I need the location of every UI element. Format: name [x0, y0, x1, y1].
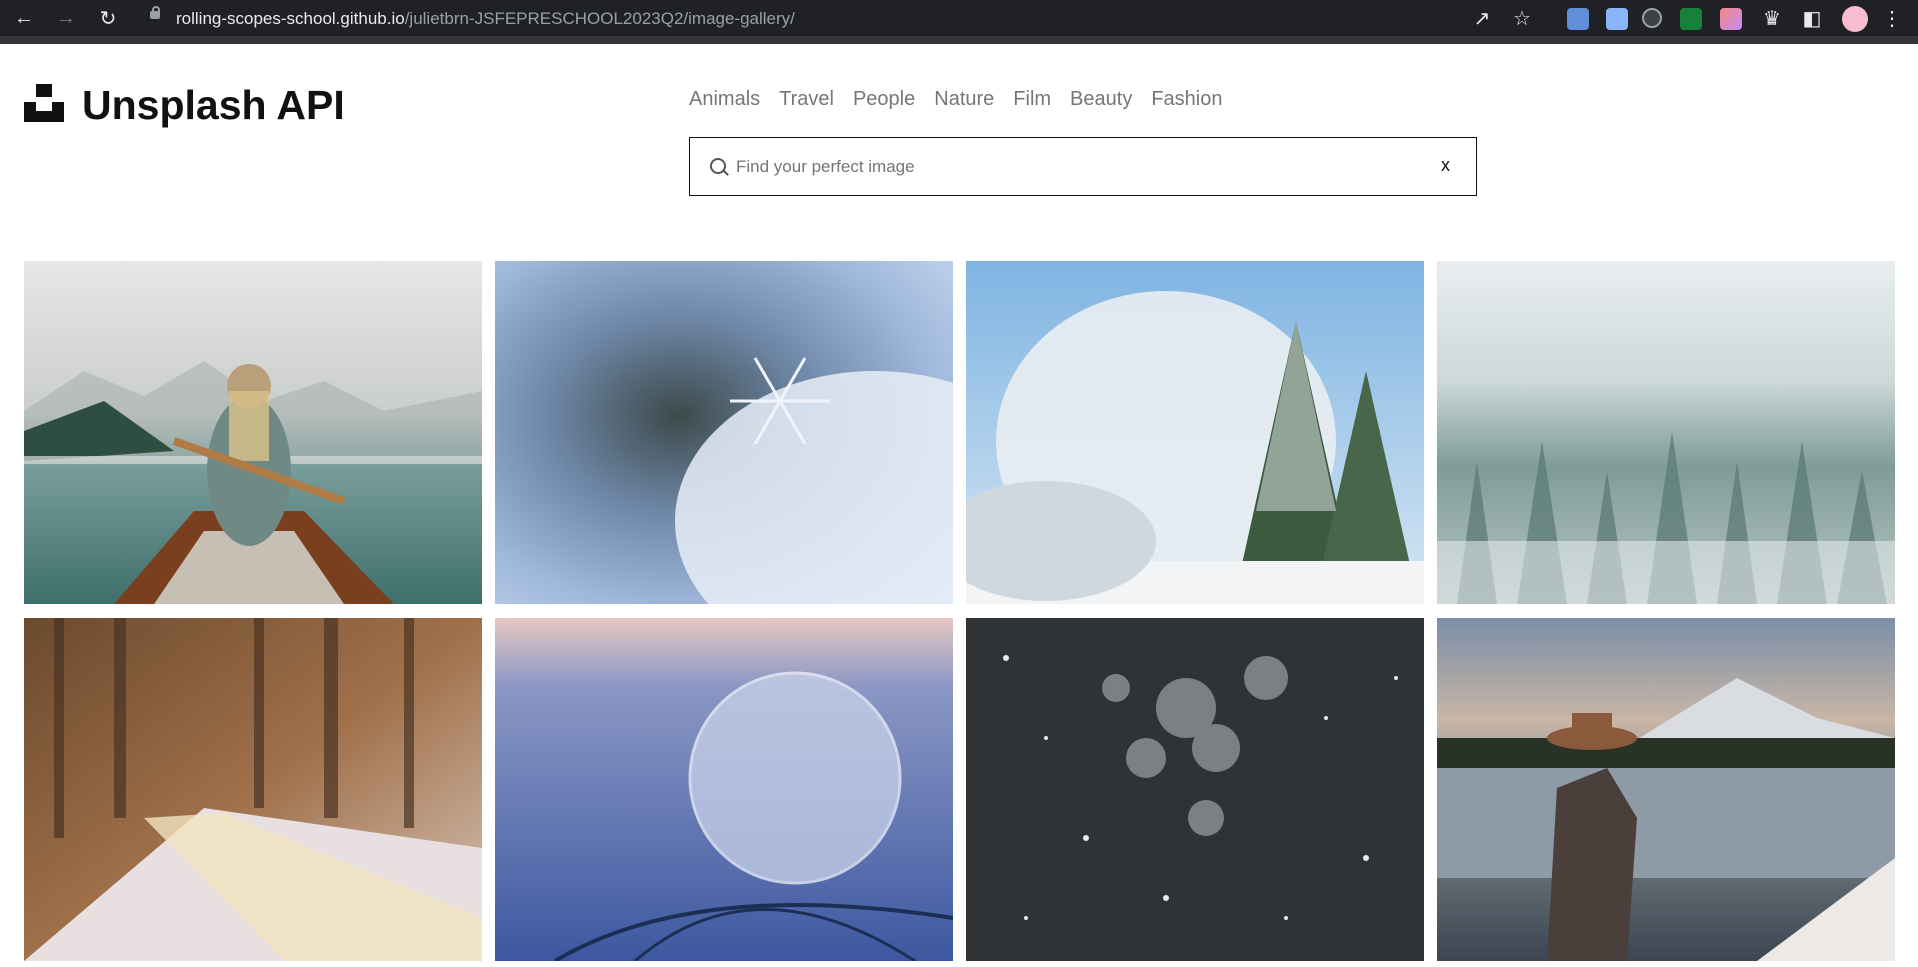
category-nav: Animals Travel People Nature Film Beauty… [689, 88, 1241, 111]
kebab-menu-icon[interactable]: ⋮ [1880, 6, 1904, 31]
frozen-bubble-photo [495, 618, 953, 961]
address-bar[interactable]: rolling-scopes-school.github.io/julietbr… [176, 9, 795, 29]
category-link-people[interactable]: People [853, 88, 915, 111]
sidepanel-icon[interactable]: ◧ [1800, 6, 1824, 31]
url-path: /julietbrn-JSFEPRESCHOOL2023Q2/image-gal… [404, 9, 795, 28]
extension-icon[interactable] [1680, 8, 1702, 30]
gallery-image[interactable] [966, 261, 1424, 604]
search-box: x [689, 137, 1477, 196]
gallery-image[interactable] [24, 618, 482, 961]
snowy-road-photo [24, 618, 482, 961]
clear-search-button[interactable]: x [1441, 155, 1450, 176]
compass-extension-icon[interactable] [1642, 8, 1662, 28]
puzzle-icon[interactable]: ♛ [1760, 6, 1784, 31]
profile-avatar[interactable] [1842, 6, 1868, 32]
star-icon[interactable]: ☆ [1510, 6, 1534, 31]
extension-icon[interactable] [1567, 8, 1589, 30]
extension-icon[interactable] [1720, 8, 1742, 30]
falling-snow-photo [966, 618, 1424, 961]
category-link-beauty[interactable]: Beauty [1070, 88, 1132, 111]
woman-mountain-lake-photo [1437, 618, 1895, 961]
snowflake-photo [495, 261, 953, 604]
category-link-nature[interactable]: Nature [934, 88, 994, 111]
gallery-image[interactable] [966, 618, 1424, 961]
back-icon[interactable]: ← [6, 0, 42, 36]
site-title: Unsplash API [82, 82, 345, 128]
url-host: rolling-scopes-school.github.io [176, 9, 405, 28]
extension-icon[interactable] [1606, 8, 1628, 30]
category-link-travel[interactable]: Travel [779, 88, 834, 111]
category-link-film[interactable]: Film [1013, 88, 1051, 111]
toolbar-divider [0, 36, 1918, 44]
gallery-image[interactable] [495, 261, 953, 604]
lock-icon[interactable] [150, 6, 160, 19]
forward-icon[interactable]: → [48, 0, 84, 36]
canoe-lake-photo [24, 261, 482, 604]
gallery-image[interactable] [24, 261, 482, 604]
share-icon[interactable]: ↗ [1470, 6, 1494, 31]
gallery-image[interactable] [1437, 261, 1895, 604]
search-icon [710, 158, 726, 174]
gallery-image[interactable] [1437, 618, 1895, 961]
search-input[interactable] [734, 152, 1418, 182]
category-link-fashion[interactable]: Fashion [1151, 88, 1222, 111]
snowy-trees-photo [966, 261, 1424, 604]
frosted-forest-photo [1437, 261, 1895, 604]
reload-icon[interactable]: ↻ [90, 0, 126, 36]
category-link-animals[interactable]: Animals [689, 88, 760, 111]
unsplash-logo-icon[interactable] [24, 84, 64, 122]
gallery-image[interactable] [495, 618, 953, 961]
browser-toolbar: ← → ↻ rolling-scopes-school.github.io/ju… [0, 0, 1918, 44]
